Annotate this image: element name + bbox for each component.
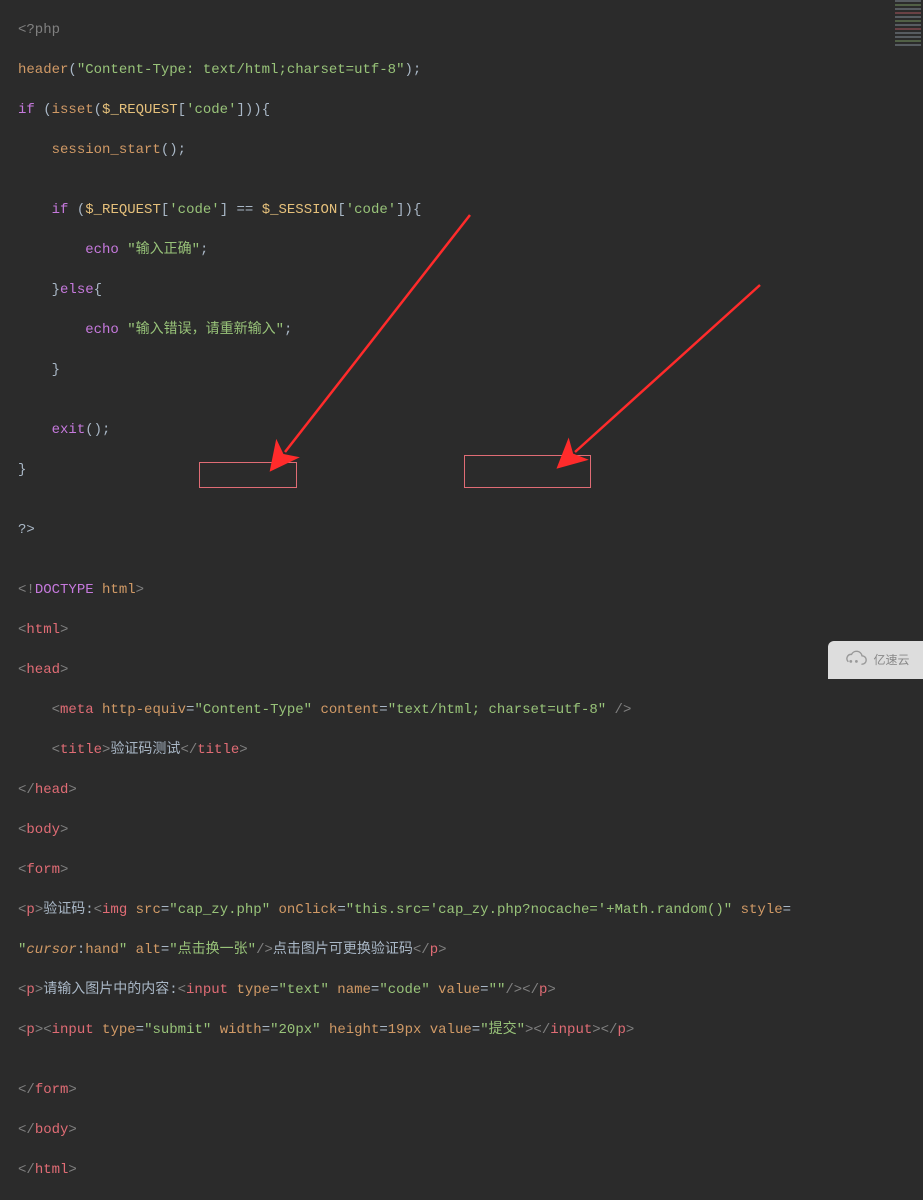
minimap[interactable] <box>895 0 921 50</box>
watermark: 亿速云 <box>828 641 923 679</box>
code-text: <?php <box>18 22 60 38</box>
cloud-icon <box>841 650 869 670</box>
watermark-text: 亿速云 <box>873 650 909 670</box>
code-editor[interactable]: <?php header("Content-Type: text/html;ch… <box>0 0 923 1200</box>
